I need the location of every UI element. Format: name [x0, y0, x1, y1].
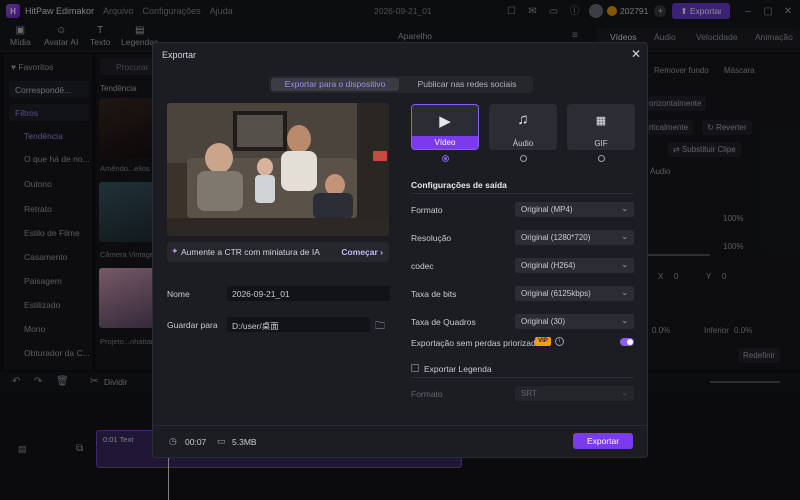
chevron-down-icon: ⌄ [621, 204, 628, 213]
format-gif-radio[interactable] [598, 155, 605, 162]
gif-icon: ▦ [595, 115, 607, 127]
format-audio-radio[interactable] [520, 155, 527, 162]
subtitle-divider [411, 377, 634, 378]
export-mode-tabs: Exportar para o dispositivo Publicar nas… [269, 76, 533, 93]
section-divider [411, 193, 634, 194]
subtitle-format-select[interactable]: SRT ⌄ [515, 386, 634, 401]
file-size-icon: ▭ [217, 436, 226, 446]
codec-label: codec [411, 261, 434, 271]
vip-badge: VIP [535, 337, 551, 346]
lossless-label: Exportação sem perdas priorizada [411, 338, 541, 348]
format-video-radio[interactable] [442, 155, 449, 162]
resolution-select[interactable]: Original (1280*720) ⌄ [515, 230, 634, 245]
preview-frame [167, 103, 389, 236]
lossless-toggle[interactable] [620, 338, 634, 346]
chevron-down-icon: ⌄ [621, 388, 628, 397]
save-path-input[interactable]: D:/user/桌面 [227, 317, 370, 332]
name-input[interactable]: 2026-09-21_01 [227, 286, 390, 301]
codec-select[interactable]: Original (H264) ⌄ [515, 258, 634, 273]
framerate-label: Taxa de Quadros [411, 317, 476, 327]
format-audio-card[interactable]: ♫ Áudio [489, 104, 557, 150]
export-button[interactable]: Exportar [573, 433, 633, 449]
export-subtitle-checkbox[interactable] [411, 364, 419, 372]
framerate-select[interactable]: Original (30) ⌄ [515, 314, 634, 329]
chevron-down-icon: ⌄ [621, 232, 628, 241]
output-settings-title: Configurações de saída [411, 180, 507, 190]
bitrate-select[interactable]: Original (6125kbps) ⌄ [515, 286, 634, 301]
dialog-title: Exportar [162, 50, 197, 60]
name-label: Nome [167, 289, 190, 299]
format-gif-label: GIF [594, 139, 608, 148]
editor-window: H HitPaw Edimakor Arquivo Configurações … [0, 0, 800, 500]
export-subtitle-label: Exportar Legenda [424, 364, 492, 374]
subtitle-format-label: Formato [411, 389, 443, 399]
format-video-label: Vídeo [412, 136, 478, 149]
folder-icon[interactable]: 🗀 [375, 319, 385, 336]
format-label: Formato [411, 205, 443, 215]
resolution-label: Resolução [411, 233, 452, 243]
file-size-value: 5.3MB [232, 437, 257, 447]
format-video-card[interactable]: ▶ Vídeo [411, 104, 479, 150]
info-icon[interactable]: i [555, 337, 564, 346]
export-dialog: Exportar ✕ Exportar para o dispositivo P… [152, 42, 648, 458]
chevron-down-icon: ⌄ [621, 288, 628, 297]
save-to-label: Guardar para [167, 320, 218, 330]
dialog-footer: ◷ 00:07 ▭ 5.3MB Exportar [153, 425, 647, 457]
format-audio-label: Áudio [512, 139, 534, 148]
sparkle-icon: ✦ [171, 246, 179, 256]
ai-thumbnail-banner[interactable]: ✦ Aumente a CTR com miniatura de IA Come… [167, 242, 389, 262]
format-gif-card[interactable]: ▦ GIF [567, 104, 635, 150]
chevron-down-icon: ⌄ [621, 260, 628, 269]
tab-export-device[interactable]: Exportar para o dispositivo [271, 78, 399, 91]
ai-thumbnail-text: Aumente a CTR com miniatura de IA [181, 247, 320, 257]
video-preview [167, 103, 389, 236]
duration-value: 00:07 [185, 437, 207, 447]
clock-icon: ◷ [169, 436, 177, 446]
tab-publish-social[interactable]: Publicar nas redes sociais [403, 78, 531, 91]
format-select[interactable]: Original (MP4) ⌄ [515, 202, 634, 217]
start-link[interactable]: Começar › [341, 247, 383, 257]
film-icon: ▶ [439, 113, 451, 130]
chevron-down-icon: ⌄ [621, 316, 628, 325]
bitrate-label: Taxa de bits [411, 289, 457, 299]
close-icon[interactable]: ✕ [631, 47, 641, 61]
music-note-icon: ♫ [517, 111, 529, 128]
